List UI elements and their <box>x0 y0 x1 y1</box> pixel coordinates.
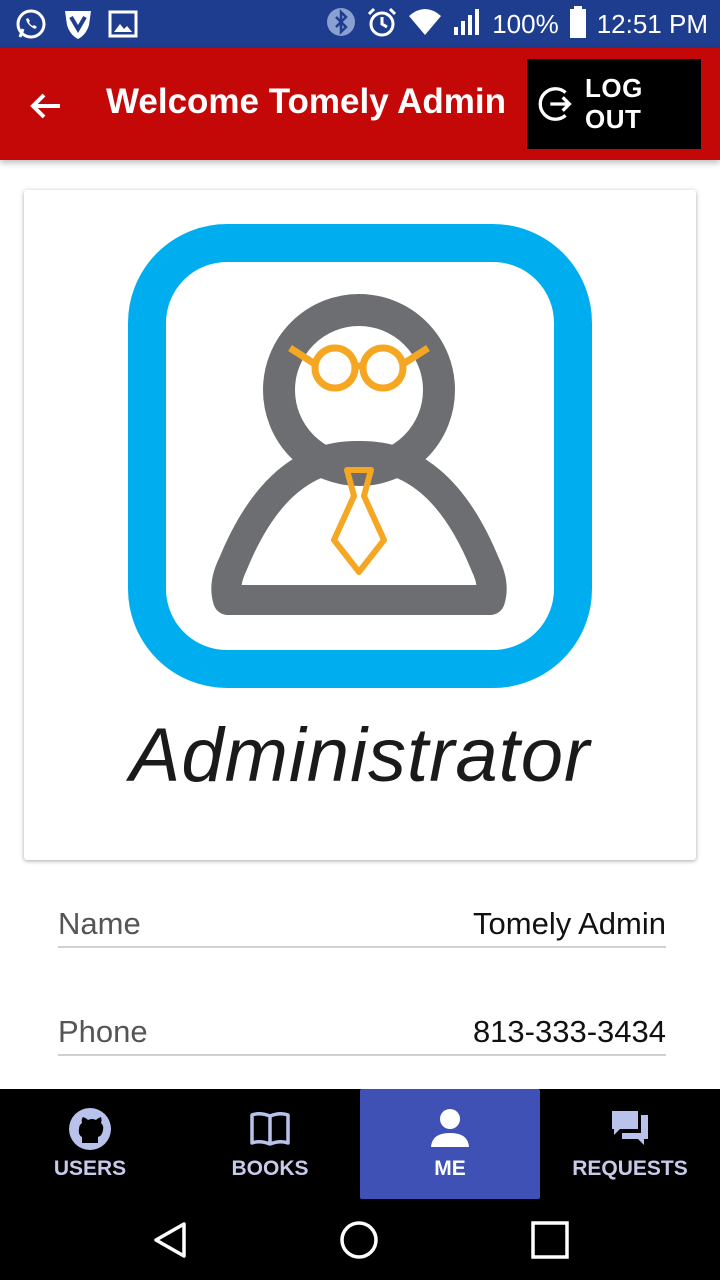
app-bar: Welcome Tomely Admin LOG OUT <box>0 48 720 160</box>
page-title: Welcome Tomely Admin <box>106 82 506 121</box>
nav-users[interactable]: USERS <box>0 1089 180 1199</box>
nav-users-label: USERS <box>53 1157 127 1180</box>
nav-books[interactable]: BOOKS <box>180 1089 360 1199</box>
logout-icon <box>538 87 572 121</box>
name-label: Name <box>58 906 141 941</box>
status-bar: 100% 12:51 PM <box>0 0 720 48</box>
bottom-navigation: USERS BOOKS ME REQUESTS <box>0 1089 720 1200</box>
nav-me[interactable]: ME <box>360 1089 540 1199</box>
system-nav-bar <box>0 1200 720 1280</box>
shield-icon <box>62 7 94 46</box>
administrator-logo-icon <box>128 224 592 688</box>
circle-home-icon <box>340 1221 378 1259</box>
name-value: Tomely Admin <box>473 906 666 941</box>
nav-me-label: ME <box>434 1157 466 1180</box>
system-home-button[interactable] <box>337 1218 381 1262</box>
alarm-icon <box>366 6 398 43</box>
system-back-button[interactable] <box>148 1218 192 1262</box>
battery-percent: 100% <box>492 8 559 39</box>
name-row: Name Tomely Admin <box>58 902 666 948</box>
whatsapp-icon <box>14 7 48 46</box>
nav-requests-label: REQUESTS <box>572 1157 688 1180</box>
profile-card: Administrator <box>24 190 696 860</box>
phone-value: 813-333-3434 <box>472 1014 666 1049</box>
signal-icon <box>452 7 482 42</box>
nav-requests[interactable]: REQUESTS <box>540 1089 720 1199</box>
square-recents-icon <box>531 1221 569 1259</box>
phone-label: Phone <box>58 1014 148 1049</box>
battery-icon <box>569 5 587 43</box>
book-icon <box>248 1107 292 1151</box>
logout-button[interactable]: LOG OUT <box>527 59 701 149</box>
system-recents-button[interactable] <box>528 1218 572 1262</box>
bluetooth-icon <box>326 7 356 42</box>
chat-icon <box>608 1107 652 1151</box>
image-icon <box>108 9 138 44</box>
nav-books-label: BOOKS <box>231 1157 309 1180</box>
triangle-back-icon <box>154 1222 186 1258</box>
profile-caption: Administrator <box>129 713 591 798</box>
arrow-left-icon <box>30 93 60 119</box>
back-button[interactable] <box>22 82 70 130</box>
phone-row: Phone 813-333-3434 <box>58 1010 666 1056</box>
clock: 12:51 PM <box>596 8 708 39</box>
logout-label: LOG OUT <box>584 73 643 134</box>
person-icon <box>428 1107 472 1151</box>
github-icon <box>68 1107 112 1151</box>
wifi-icon <box>408 8 442 41</box>
